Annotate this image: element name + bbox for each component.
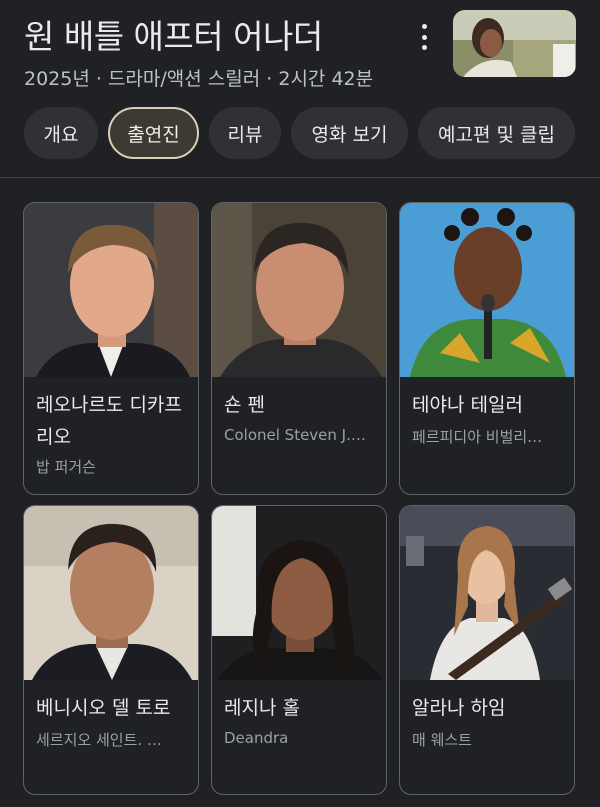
character-name: 세르지오 세인트. … [36,731,162,749]
cast-card[interactable]: 숀 펜 Colonel Steven J.… [211,202,387,495]
header-divider [0,177,600,178]
movie-title: 원 배틀 애프터 어나더 [24,17,323,56]
cast-card[interactable]: 알라나 하임 매 웨스트 [399,505,575,795]
actor-photo [24,506,198,680]
actor-photo [212,203,386,377]
character-name: 밥 퍼거슨 [36,458,96,476]
character-name: Deandra [224,729,289,747]
tab-reviews[interactable]: 리뷰 [209,107,281,159]
cast-card[interactable]: 베니시오 델 토로 세르지오 세인트. … [23,505,199,795]
more-options-icon[interactable] [412,24,436,50]
actor-name: 숀 펜 [224,394,265,416]
tab-overview[interactable]: 개요 [24,107,98,159]
character-name: 페르피디아 비벌리… [412,428,543,446]
cast-card[interactable]: 레오나르도 디카프리오 밥 퍼거슨 [23,202,199,495]
character-name: 매 웨스트 [412,731,472,749]
actor-photo [24,203,198,377]
tab-cast[interactable]: 출연진 [108,107,199,159]
movie-subtitle: 2025년 · 드라마/액션 스릴러 · 2시간 42분 [24,68,374,90]
actor-photo [400,506,574,680]
tab-watch-movie[interactable]: 영화 보기 [291,107,408,159]
actor-name: 테야나 테일러 [412,394,523,416]
actor-name: 레지나 홀 [224,697,300,719]
tab-trailers-clips[interactable]: 예고편 및 클립 [418,107,575,159]
actor-photo [212,506,386,680]
character-name: Colonel Steven J.… [224,426,366,444]
actor-name: 베니시오 델 토로 [36,697,171,719]
actor-name: 레오나르도 디카프리오 [36,394,182,448]
cast-card[interactable]: 레지나 홀 Deandra [211,505,387,795]
cast-card[interactable]: 테야나 테일러 페르피디아 비벌리… [399,202,575,495]
actor-photo [400,203,574,377]
actor-name: 알라나 하임 [412,697,506,719]
movie-header: 원 배틀 애프터 어나더 2025년 · 드라마/액션 스릴러 · 2시간 42… [0,0,600,178]
movie-thumbnail[interactable] [453,10,576,77]
